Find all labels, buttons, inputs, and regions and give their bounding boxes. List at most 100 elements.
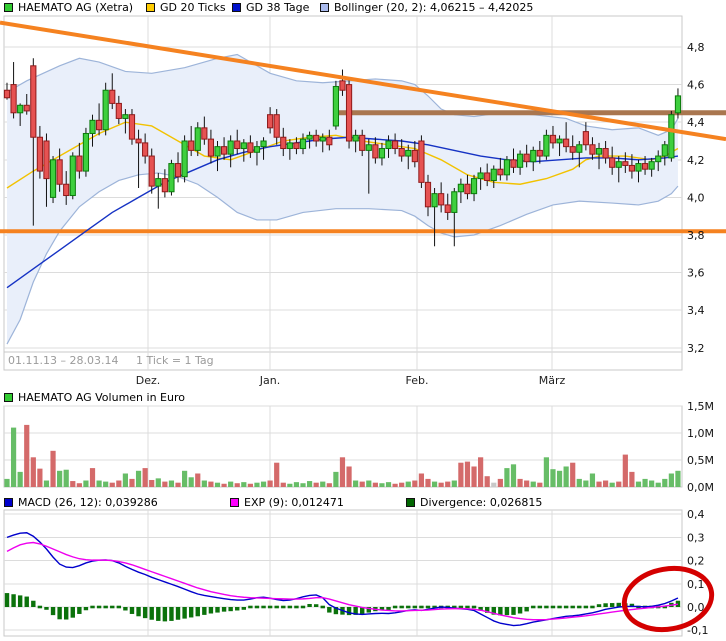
candle-body bbox=[260, 140, 267, 148]
x-axis-label: Dez. bbox=[136, 374, 161, 387]
candle-body bbox=[135, 138, 142, 144]
volume-bar bbox=[662, 478, 668, 487]
volume-bar bbox=[445, 481, 451, 487]
volume-bar bbox=[149, 479, 155, 487]
macd-tick-label: 0,4 bbox=[687, 508, 705, 521]
divergence-bar bbox=[149, 607, 154, 620]
divergence-bar bbox=[90, 605, 95, 609]
candle-body bbox=[431, 193, 438, 208]
candle-body bbox=[286, 142, 293, 150]
volume-bar bbox=[412, 480, 418, 487]
volume-bar bbox=[182, 470, 188, 487]
volume-bar bbox=[293, 482, 300, 487]
candle-body bbox=[359, 134, 366, 151]
divergence-bar bbox=[182, 607, 187, 619]
macd-tick-label: -0,1 bbox=[687, 624, 708, 637]
legend-item-bollinger: Bollinger (20, 2): 4,06215 – 4,42025 bbox=[320, 1, 533, 14]
legend-item-exp: EXP (9): 0,012471 bbox=[230, 496, 344, 509]
volume-bar bbox=[135, 470, 142, 487]
divergence-bar bbox=[517, 607, 523, 614]
divergence-bar bbox=[406, 605, 411, 609]
candle-body bbox=[530, 149, 537, 163]
volume-tick-label: 0,5M bbox=[687, 454, 714, 467]
candle-body bbox=[10, 84, 17, 114]
divergence-swatch bbox=[406, 498, 415, 507]
volume-bar bbox=[405, 481, 411, 487]
gd38-swatch bbox=[232, 3, 241, 12]
volume-bar bbox=[70, 481, 76, 487]
divergence-bar bbox=[11, 594, 16, 607]
divergence-bar bbox=[577, 605, 582, 609]
volume-bar bbox=[616, 481, 622, 487]
divergence-bar bbox=[419, 605, 424, 609]
volume-bar bbox=[366, 480, 372, 487]
divergence-bar bbox=[412, 605, 418, 609]
volume-bar bbox=[168, 480, 175, 487]
volume-bar bbox=[563, 466, 569, 487]
candle-body bbox=[563, 138, 570, 148]
candle-body bbox=[345, 84, 353, 142]
candle-body bbox=[398, 148, 405, 157]
volume-bar bbox=[576, 478, 582, 487]
volume-bar bbox=[478, 457, 484, 487]
divergence-bar bbox=[37, 605, 43, 609]
divergence-bar bbox=[208, 607, 214, 614]
candle-body bbox=[326, 136, 333, 146]
candle-body bbox=[207, 138, 215, 157]
volume-bar bbox=[24, 424, 30, 487]
divergence-bar bbox=[281, 605, 286, 609]
volume-bar bbox=[583, 480, 589, 487]
candle-body bbox=[220, 146, 228, 155]
candle-body bbox=[214, 146, 221, 157]
divergence-bar bbox=[386, 607, 391, 611]
volume-bar bbox=[63, 469, 69, 487]
divergence-bar bbox=[96, 605, 102, 609]
divergence-bar bbox=[570, 605, 575, 609]
candle-body bbox=[352, 134, 359, 142]
volume-bar bbox=[346, 466, 352, 487]
divergence-bar bbox=[399, 605, 404, 609]
volume-bar bbox=[596, 481, 602, 487]
candle-body bbox=[622, 161, 629, 166]
volume-bar bbox=[162, 481, 168, 487]
candle-body bbox=[444, 204, 451, 213]
volume-bar bbox=[517, 478, 523, 487]
volume-bar bbox=[537, 482, 543, 487]
volume-bar bbox=[385, 482, 392, 487]
exp-label: EXP (9): 0,012471 bbox=[244, 496, 344, 509]
date-range-text: 01.11.13 – 28.03.14 bbox=[8, 354, 119, 367]
candle-body bbox=[510, 159, 517, 168]
price-tick-label: 3,4 bbox=[687, 304, 705, 317]
divergence-bar bbox=[31, 600, 36, 607]
volume-bar bbox=[649, 480, 655, 487]
candle-body bbox=[339, 80, 346, 91]
divergence-bar bbox=[557, 605, 562, 609]
candle-body bbox=[661, 144, 668, 157]
volume-bar bbox=[274, 462, 280, 487]
divergence-bar bbox=[596, 604, 602, 607]
volume-bar bbox=[188, 477, 194, 487]
volume-bar bbox=[129, 478, 135, 487]
candle-body bbox=[674, 95, 682, 114]
divergence-bar bbox=[83, 607, 89, 611]
divergence-bar bbox=[156, 607, 161, 621]
volume-bar bbox=[431, 481, 438, 487]
candle-body bbox=[615, 161, 622, 168]
candle-body bbox=[273, 114, 280, 138]
divergence-bar bbox=[70, 607, 75, 618]
divergence-bar bbox=[465, 605, 470, 609]
candle-body bbox=[582, 131, 589, 146]
candle-body bbox=[267, 114, 274, 129]
volume-bar bbox=[4, 478, 10, 487]
candle-body bbox=[234, 140, 241, 150]
gd38-label: GD 38 Tage bbox=[246, 1, 310, 14]
volume-bar bbox=[504, 468, 510, 487]
divergence-bar bbox=[103, 605, 108, 609]
candle-body bbox=[161, 178, 168, 193]
divergence-bar bbox=[57, 607, 62, 620]
volume-bar bbox=[655, 482, 661, 487]
divergence-bar bbox=[215, 607, 220, 613]
candle-body bbox=[411, 149, 418, 163]
candle-body bbox=[89, 119, 96, 134]
gd20-label: GD 20 Ticks bbox=[160, 1, 226, 14]
